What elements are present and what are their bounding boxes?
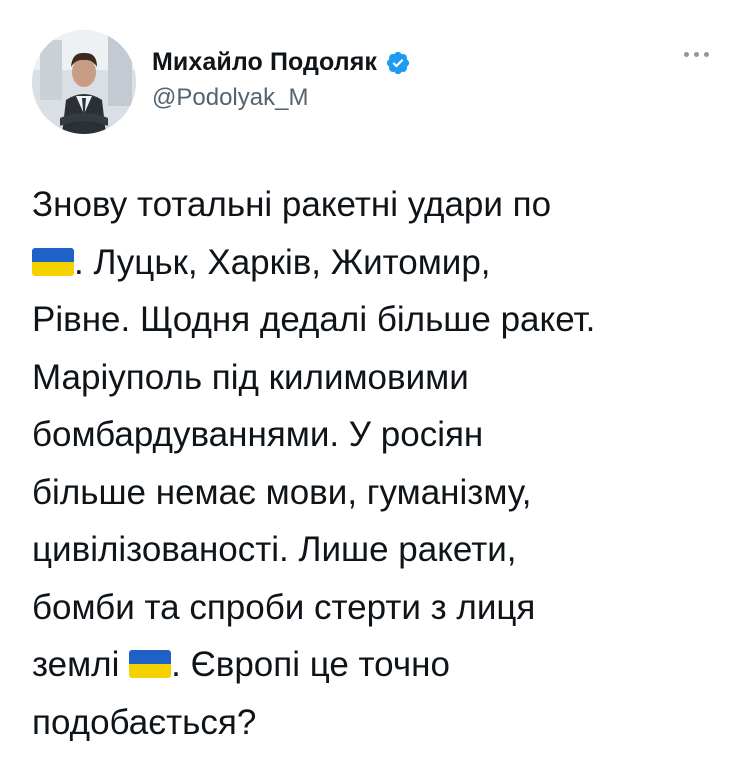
tweet-line: . Європі це точно [171,645,450,684]
tweet-text: Знову тотальні ракетні удари по . Луцьк,… [32,176,722,751]
tweet-line: . Луцьк, Харків, Житомир, [74,242,491,282]
tweet-card[interactable]: Михайло Подоляк @Podolyak_M Знову тоталь… [0,0,750,759]
author-avatar[interactable] [32,30,136,134]
tweet-line: Маріуполь під килимовими [32,357,469,397]
author-name-row[interactable]: Михайло Подоляк [152,48,411,77]
tweet-line: бомби та спроби стерти з лиця [32,587,536,627]
ukraine-flag-icon [129,650,172,678]
tweet-line: подобається? [32,702,257,742]
tweet-line: Знову тотальні ракетні удари по [32,185,552,224]
verified-badge-icon [385,50,411,76]
tweet-line: більше немає мови, гуманізму, [32,472,532,512]
profile-photo-icon [32,30,136,134]
author-display-name[interactable]: Михайло Подоляк [152,48,377,77]
tweet-line: Рівне. Щодня дедалі більше ракет. [32,300,596,339]
author-handle[interactable]: @Podolyak_M [152,84,308,112]
tweet-line: цивілізованості. Лише ракети, [32,530,517,569]
tweet-line: бомбардуваннями. У росіян [32,415,484,454]
tweet-line: землі [32,645,120,684]
more-options-icon[interactable] [684,52,709,57]
ukraine-flag-icon [32,247,74,276]
